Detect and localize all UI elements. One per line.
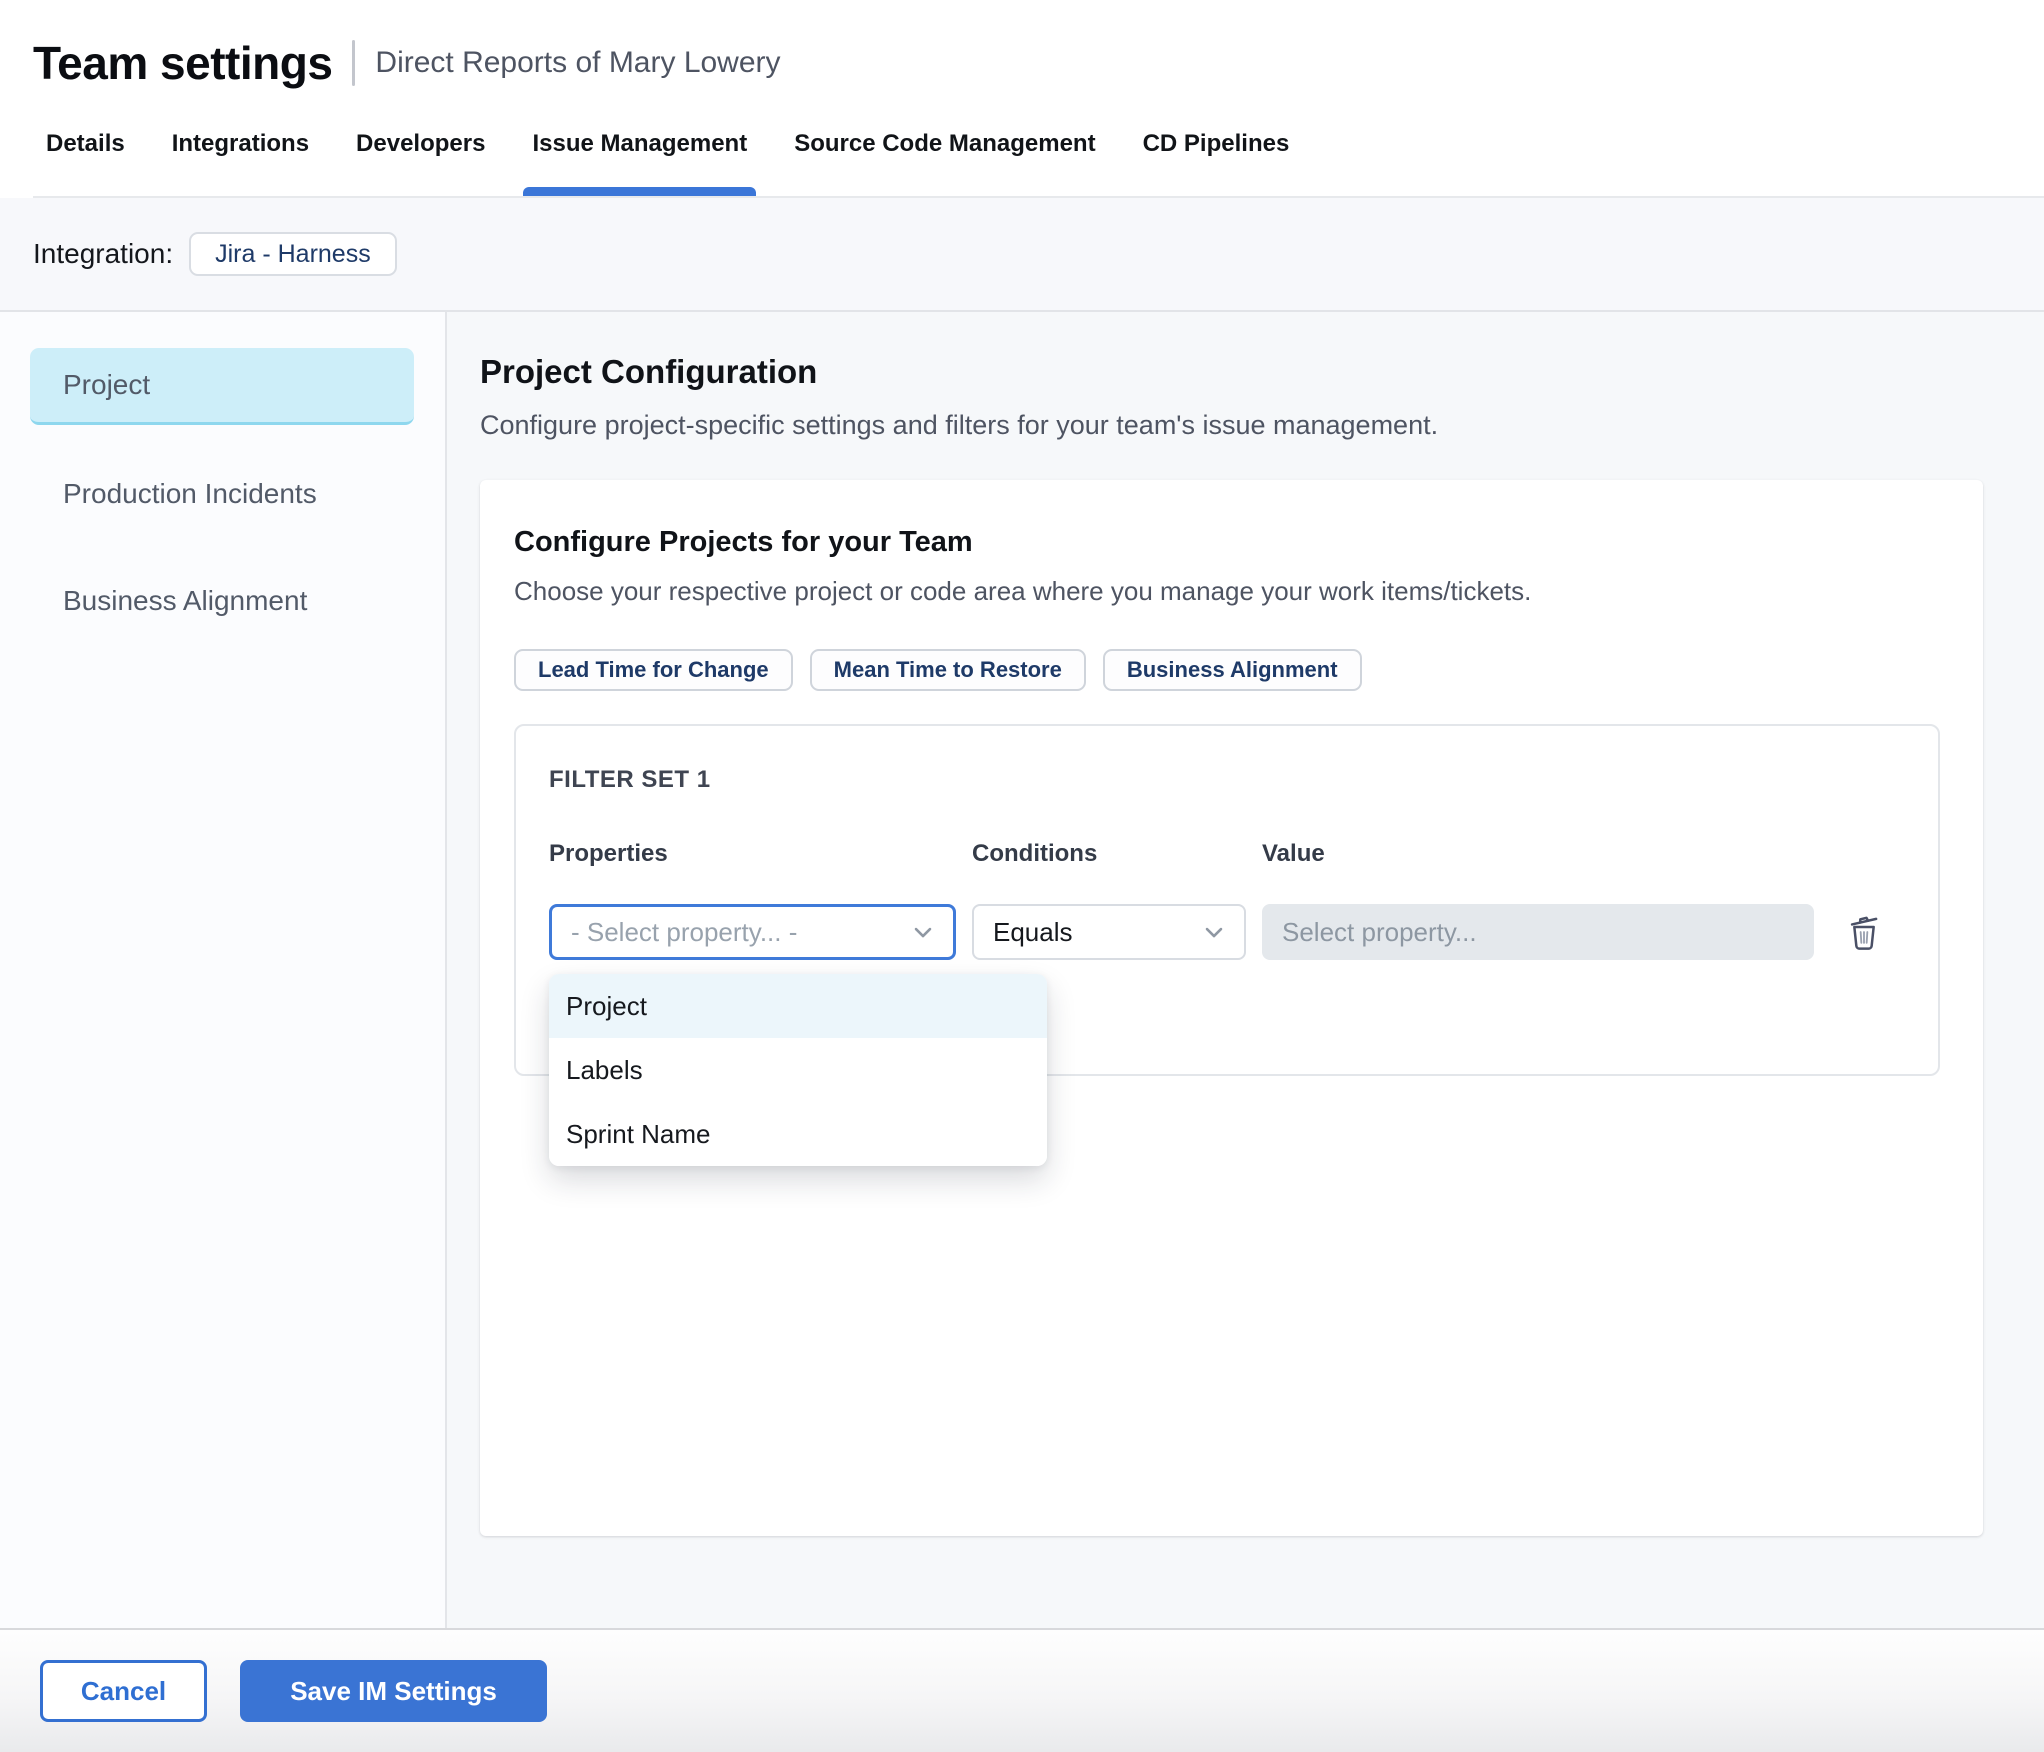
tab-cd-pipelines[interactable]: CD Pipelines xyxy=(1143,94,1290,196)
header-title-row: Team settings Direct Reports of Mary Low… xyxy=(33,36,2044,90)
condition-select-value: Equals xyxy=(993,916,1073,947)
sidebar-item-production-incidents[interactable]: Production Incidents xyxy=(30,455,414,532)
cancel-button[interactable]: Cancel xyxy=(40,1660,207,1722)
page-header: Team settings Direct Reports of Mary Low… xyxy=(0,0,2044,198)
dropdown-option-project[interactable]: Project xyxy=(549,974,1047,1038)
sidebar-item-business-alignment[interactable]: Business Alignment xyxy=(30,562,414,639)
sidebar-item-project[interactable]: Project xyxy=(30,348,414,425)
condition-select[interactable]: Equals xyxy=(972,904,1246,960)
pill-business-alignment[interactable]: Business Alignment xyxy=(1102,649,1362,691)
page-title: Team settings xyxy=(33,37,333,89)
footer-action-bar: Cancel Save IM Settings xyxy=(0,1628,2044,1752)
integration-label: Integration: xyxy=(33,238,174,269)
team-settings-page: Team settings Direct Reports of Mary Low… xyxy=(0,0,2044,1752)
title-separator xyxy=(352,40,356,86)
tab-details[interactable]: Details xyxy=(46,94,125,196)
integration-chip[interactable]: Jira - Harness xyxy=(189,232,397,276)
value-input[interactable]: Select property... xyxy=(1262,904,1814,960)
pill-lead-time-for-change[interactable]: Lead Time for Change xyxy=(514,649,793,691)
tab-integrations[interactable]: Integrations xyxy=(172,94,309,196)
value-input-placeholder: Select property... xyxy=(1282,916,1477,947)
section-title: Project Configuration xyxy=(480,353,818,390)
card-title: Configure Projects for your Team xyxy=(514,526,973,558)
card-subtitle: Choose your respective project or code a… xyxy=(514,576,1532,606)
filter-set-title: FILTER SET 1 xyxy=(549,766,711,793)
configure-projects-card: Configure Projects for your Team Choose … xyxy=(480,480,1983,1536)
section-subtitle: Configure project-specific settings and … xyxy=(480,410,1439,440)
integration-bar: Integration: Jira - Harness xyxy=(0,198,2044,312)
chevron-down-icon xyxy=(1205,927,1223,938)
chevron-down-icon xyxy=(914,927,932,938)
property-select[interactable]: - Select property... - xyxy=(549,904,956,960)
settings-tab-bar: Details Integrations Developers Issue Ma… xyxy=(33,94,2044,198)
property-select-placeholder: - Select property... - xyxy=(571,916,798,947)
filter-set-1: FILTER SET 1 Properties Conditions Value… xyxy=(514,724,1940,1166)
dropdown-option-labels[interactable]: Labels xyxy=(549,1038,1047,1102)
delete-filter-button[interactable] xyxy=(1838,906,1890,958)
filter-row: - Select property... - Equals Select pro… xyxy=(549,904,1908,960)
column-header-conditions: Conditions xyxy=(972,840,1098,867)
tab-issue-management[interactable]: Issue Management xyxy=(523,94,756,196)
filter-column-headers: Properties Conditions Value xyxy=(549,840,1908,868)
main-panel: Project Configuration Configure project-… xyxy=(447,312,2044,1628)
dropdown-option-sprint-name[interactable]: Sprint Name xyxy=(549,1102,1047,1166)
column-header-value: Value xyxy=(1262,840,1325,867)
tab-source-code-management[interactable]: Source Code Management xyxy=(794,94,1095,196)
trash-icon xyxy=(1850,916,1878,950)
save-im-settings-button[interactable]: Save IM Settings xyxy=(240,1660,547,1722)
tab-developers[interactable]: Developers xyxy=(356,94,485,196)
team-name-subtitle: Direct Reports of Mary Lowery xyxy=(375,46,781,79)
content-area: Project Production Incidents Business Al… xyxy=(0,312,2044,1628)
pill-mean-time-to-restore[interactable]: Mean Time to Restore xyxy=(809,649,1086,691)
column-header-properties: Properties xyxy=(549,840,668,867)
metric-pill-row: Lead Time for Change Mean Time to Restor… xyxy=(514,649,1945,691)
property-dropdown-menu: Project Labels Sprint Name xyxy=(549,974,1047,1166)
settings-sidebar: Project Production Incidents Business Al… xyxy=(0,312,447,1628)
